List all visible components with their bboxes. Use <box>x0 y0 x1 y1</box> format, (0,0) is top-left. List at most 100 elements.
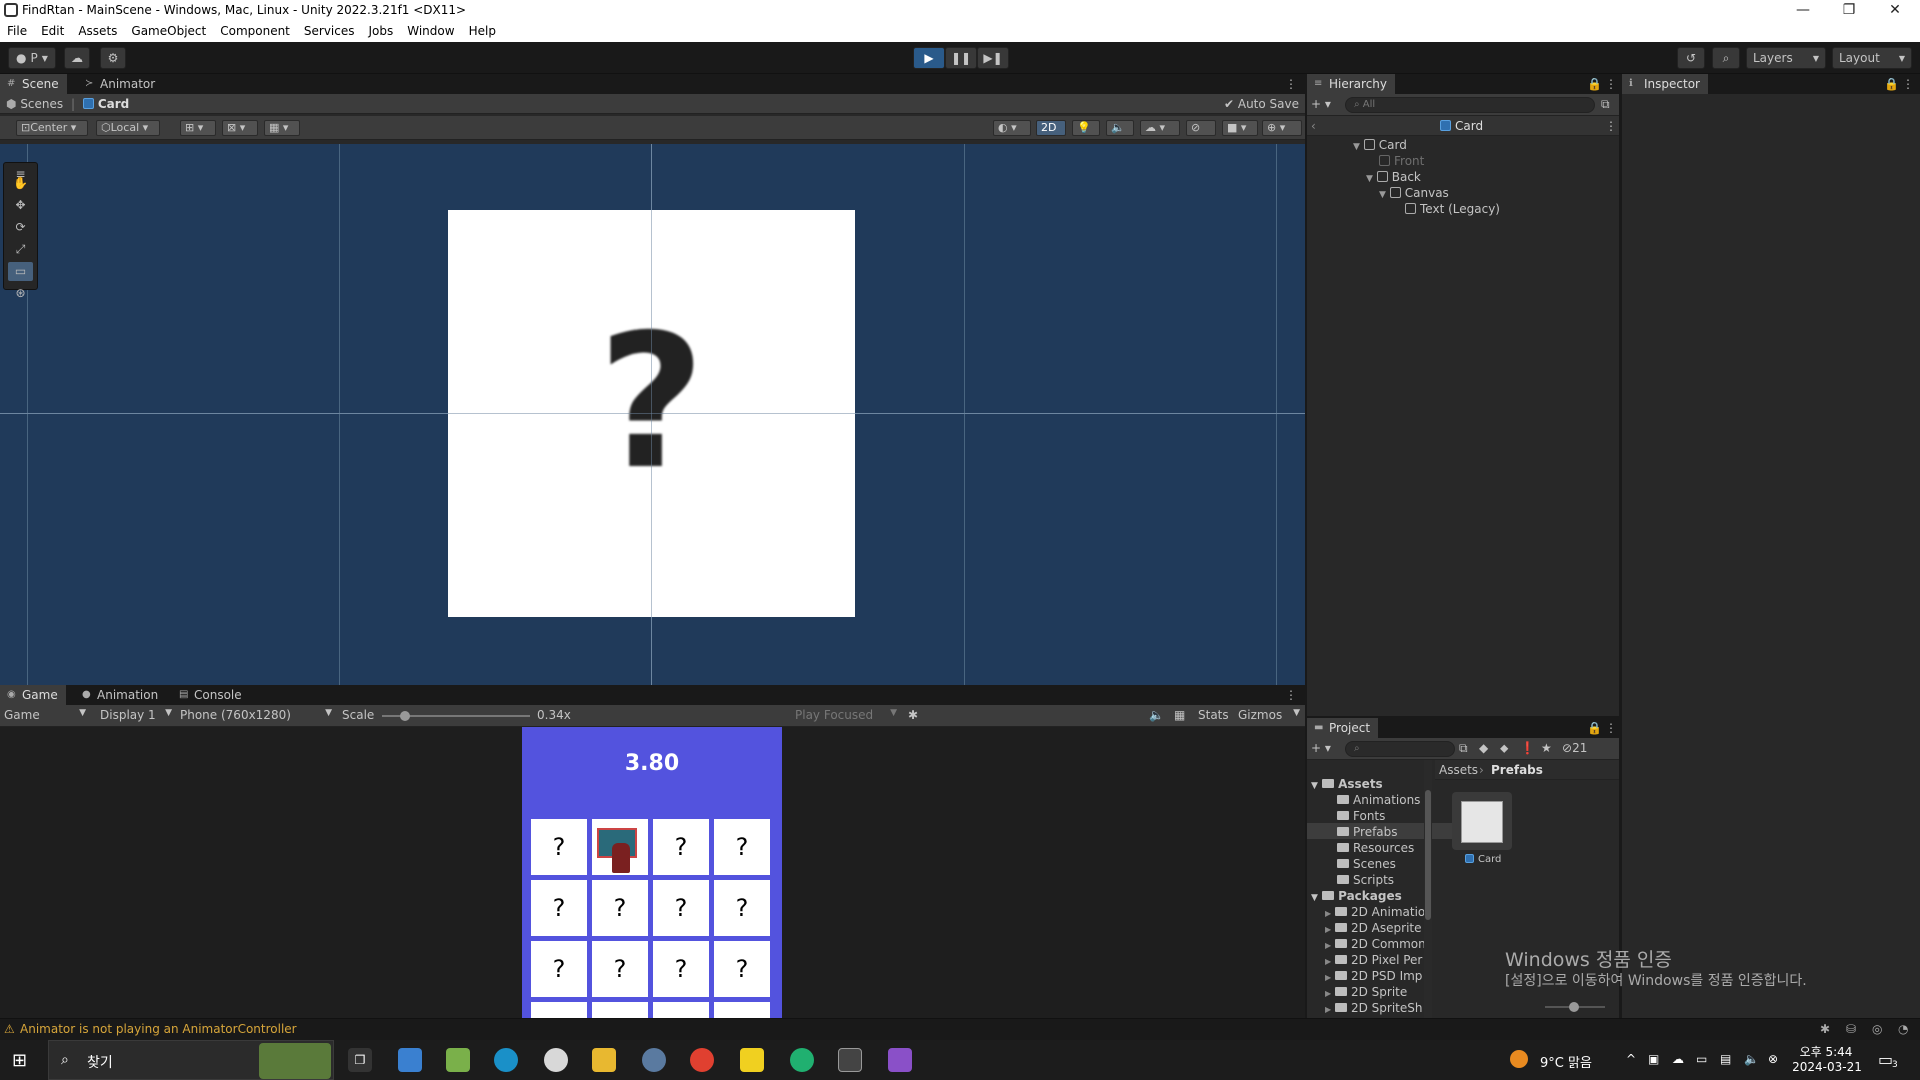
gizmos-icon[interactable]: ⊕ ▾ <box>1262 120 1302 136</box>
camera-icon[interactable]: ■ ▾ <box>1222 120 1258 136</box>
expand-arrow-icon[interactable]: ▼ <box>1311 781 1318 791</box>
mode-2d-button[interactable]: 2D <box>1036 120 1066 136</box>
game-card-revealed[interactable] <box>592 819 648 875</box>
search-icon[interactable]: ⌕ <box>1712 47 1740 69</box>
tray-app-icon[interactable]: ▣ <box>1648 1052 1659 1066</box>
tab-game[interactable]: ◉ Game <box>0 685 66 705</box>
display-tray-icon[interactable]: ▭ <box>1696 1052 1707 1066</box>
unity-icon[interactable] <box>838 1048 862 1072</box>
filter-type-icon[interactable]: ◆ <box>1479 741 1488 755</box>
display-dropdown[interactable]: Display 1 ▼ <box>100 708 172 722</box>
increment-snap-icon[interactable]: ▦ ▾ <box>264 120 300 136</box>
package-folder[interactable]: ▶ 2D Animatio <box>1325 905 1425 919</box>
tab-scene[interactable]: # Scene <box>0 74 67 94</box>
star-icon[interactable]: ★ <box>1541 741 1552 755</box>
tray-status-icon[interactable]: ⊗ <box>1768 1052 1778 1066</box>
game-card[interactable]: ? <box>714 941 770 997</box>
stats-button[interactable]: Stats <box>1198 708 1229 722</box>
drag-handle[interactable]: ≡ <box>8 165 33 181</box>
progress-icon[interactable]: ◔ <box>1898 1022 1908 1036</box>
tab-inspector[interactable]: ℹ Inspector <box>1622 74 1708 94</box>
clock-date[interactable]: 2024-03-21 <box>1792 1060 1862 1074</box>
tab-project[interactable]: ▬ Project <box>1307 718 1379 738</box>
package-folder[interactable]: ▶ 2D Sprite <box>1325 985 1407 999</box>
gizmos-dropdown[interactable]: Gizmos ▼ <box>1238 708 1300 722</box>
game-view[interactable]: 3.80 ? ? ? ? ? ? ? ? ? ? ? <box>0 727 1305 1018</box>
game-card[interactable]: ? <box>653 941 709 997</box>
project-folder[interactable]: Resources <box>1337 841 1414 855</box>
clock-time[interactable]: 오후 5:44 <box>1796 1043 1856 1060</box>
game-card[interactable]: ? <box>592 880 648 936</box>
project-folder[interactable]: Scenes <box>1337 857 1396 871</box>
prefab-thumbnail[interactable] <box>1452 792 1512 850</box>
lighting-icon[interactable]: 💡 <box>1072 120 1100 136</box>
audio-icon[interactable]: 🔈 <box>1106 120 1134 136</box>
restore-button[interactable]: ❐ <box>1826 0 1872 22</box>
pause-button[interactable]: ❚❚ <box>945 47 977 69</box>
tab-hierarchy[interactable]: ≡ Hierarchy <box>1307 74 1396 94</box>
shading-mode-icon[interactable]: ◐ ▾ <box>993 120 1031 136</box>
keyboard-icon[interactable]: ▦ <box>1174 708 1185 722</box>
step-button[interactable]: ▶❚ <box>977 47 1009 69</box>
assets-root[interactable]: ▼ Assets <box>1311 777 1383 791</box>
menu-component[interactable]: Component <box>213 22 297 38</box>
label-icon[interactable]: ⬥ <box>1500 741 1508 756</box>
tray-chevron-icon[interactable]: ^ <box>1626 1052 1636 1066</box>
lock-icon[interactable]: 🔒 <box>1587 721 1602 735</box>
game-card[interactable] <box>714 1002 770 1018</box>
slider-knob[interactable] <box>399 711 410 721</box>
scene-visibility-icon[interactable]: ⧉ <box>1601 97 1610 112</box>
scene-view[interactable]: ? <box>0 144 1305 685</box>
hierarchy-item[interactable]: ▼ Card <box>1353 138 1407 152</box>
task-view-icon[interactable]: ❐ <box>348 1048 372 1072</box>
project-search-input[interactable]: ⌕ <box>1345 741 1455 757</box>
account-dropdown[interactable]: ● P ▼ <box>8 47 56 69</box>
hierarchy-search-input[interactable]: ⌕ All <box>1345 97 1595 113</box>
packages-root[interactable]: ▼ Packages <box>1311 889 1402 903</box>
effects-icon[interactable]: ☁ ▾ <box>1140 120 1180 136</box>
transform-tool-icon[interactable]: ⊛ <box>8 284 33 303</box>
tree-scrollbar[interactable] <box>1424 760 1432 1018</box>
grid-snap-icon[interactable]: ⊠ ▾ <box>222 120 258 136</box>
more-menu-icon[interactable]: ⋮ <box>1605 721 1617 735</box>
sticky-notes-icon[interactable] <box>740 1048 764 1072</box>
game-card[interactable] <box>653 1002 709 1018</box>
game-card[interactable] <box>531 1002 587 1018</box>
volume-icon[interactable]: 🔈 <box>1744 1052 1759 1066</box>
breadcrumb-scenes[interactable]: Scenes <box>20 97 63 111</box>
project-folder-selected[interactable]: Prefabs <box>1307 823 1457 839</box>
add-button[interactable]: + ▾ <box>1311 97 1331 111</box>
chrome-profile-icon[interactable] <box>790 1048 814 1072</box>
more-menu-icon[interactable]: ⋮ <box>1605 119 1617 133</box>
game-screen[interactable]: 3.80 ? ? ? ? ? ? ? ? ? ? ? <box>522 727 782 1018</box>
tab-animation[interactable]: ● Animation <box>75 685 166 705</box>
maps-icon[interactable] <box>446 1048 470 1072</box>
menu-jobs[interactable]: Jobs <box>362 22 401 38</box>
hierarchy-item[interactable]: ▼ Canvas <box>1379 186 1449 200</box>
lock-icon[interactable]: 🔒 <box>1587 77 1602 91</box>
cloud-tray-icon[interactable]: ☁ <box>1672 1052 1684 1066</box>
scale-tool-icon[interactable]: ⤢ <box>8 240 33 259</box>
weather-text[interactable]: 9°C 맑음 <box>1540 1052 1592 1071</box>
package-folder[interactable]: ▶ 2D Common <box>1325 937 1426 951</box>
minimize-button[interactable]: — <box>1780 0 1826 22</box>
move-tool-icon[interactable]: ✥ <box>8 196 33 215</box>
game-card[interactable]: ? <box>653 880 709 936</box>
clock-app-icon[interactable] <box>544 1048 568 1072</box>
project-folder[interactable]: Scripts <box>1337 873 1394 887</box>
game-card[interactable]: ? <box>592 941 648 997</box>
hierarchy-item[interactable]: Text (Legacy) <box>1405 202 1500 216</box>
bug-icon[interactable]: ✱ <box>908 708 918 722</box>
hidden-packages-toggle[interactable]: ⊘21 <box>1562 741 1587 755</box>
cloud-icon[interactable]: ☁ <box>64 47 90 69</box>
edge-icon[interactable] <box>494 1048 518 1072</box>
game-card[interactable]: ? <box>653 819 709 875</box>
more-menu-icon[interactable]: ⋮ <box>1285 688 1297 702</box>
mute-audio-icon[interactable]: 🔈 <box>1149 708 1164 722</box>
auto-save-toggle[interactable]: ✔ Auto Save <box>1224 97 1299 111</box>
resolution-dropdown[interactable]: Phone (760x1280) ▼ <box>180 708 332 722</box>
menu-services[interactable]: Services <box>297 22 362 38</box>
snap-icon[interactable]: ⊞ ▾ <box>180 120 216 136</box>
icon-size-slider[interactable] <box>1545 1002 1605 1012</box>
hierarchy-item[interactable]: Front <box>1379 154 1424 168</box>
